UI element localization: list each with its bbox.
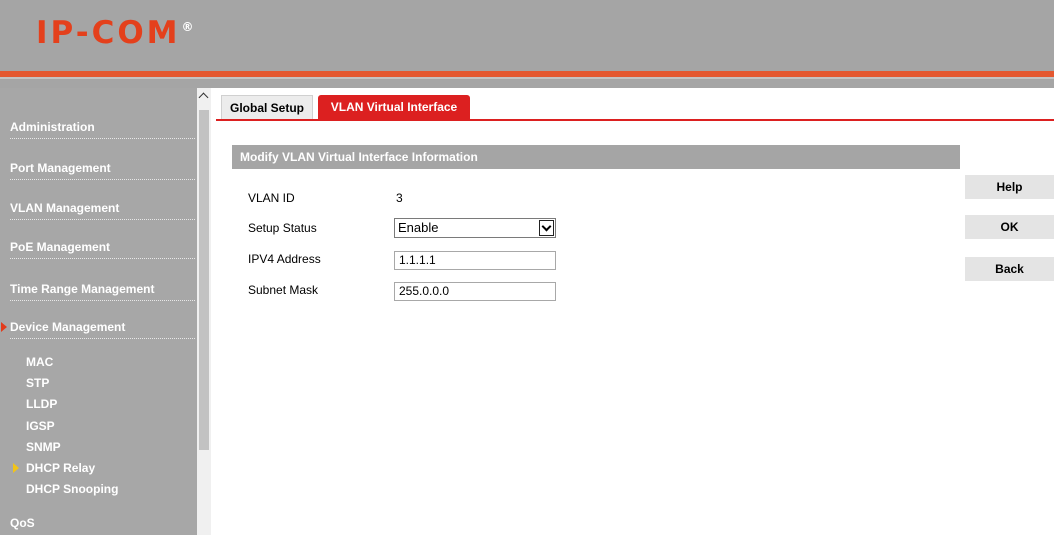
setup-status-select[interactable]: Enable <box>394 218 556 238</box>
sidebar-subitem-label: MAC <box>26 355 54 369</box>
sidebar-item-label: QoS <box>10 516 35 530</box>
back-button[interactable]: Back <box>965 257 1054 281</box>
tab-global-setup[interactable]: Global Setup <box>221 95 313 120</box>
sidebar-scrollbar[interactable] <box>197 88 211 535</box>
header-divider <box>0 77 1054 79</box>
vlan-id-label: VLAN ID <box>248 191 295 205</box>
triangle-right-icon <box>13 463 19 473</box>
sidebar-subitem-label: LLDP <box>26 397 58 411</box>
setup-status-label: Setup Status <box>248 221 317 235</box>
logo-text: IP-COM <box>36 15 181 51</box>
sidebar-subitem-dhcp-snooping[interactable]: DHCP Snooping <box>26 481 118 497</box>
sidebar-subitem-dhcp-relay[interactable]: DHCP Relay <box>13 460 96 476</box>
sidebar-item-label: VLAN Management <box>10 201 120 215</box>
ipv4-address-label: IPV4 Address <box>248 252 321 266</box>
sidebar-subitem-lldp[interactable]: LLDP <box>26 396 57 412</box>
sidebar-item-administration[interactable]: Administration <box>10 116 195 139</box>
registered-mark: ® <box>181 20 194 34</box>
sidebar-item-time-range-management[interactable]: Time Range Management <box>10 278 195 301</box>
tab-vlan-virtual-interface[interactable]: VLAN Virtual Interface <box>318 95 470 119</box>
sidebar-subitem-stp[interactable]: STP <box>26 375 49 391</box>
sidebar-item-label: Time Range Management <box>10 282 155 296</box>
subnet-mask-label: Subnet Mask <box>248 283 319 297</box>
vlan-id-value: 3 <box>396 191 403 205</box>
section-title: Modify VLAN Virtual Interface Informatio… <box>232 145 960 169</box>
scrollbar-thumb[interactable] <box>199 110 209 450</box>
sidebar-item-label: Device Management <box>10 320 126 334</box>
tab-underline <box>216 119 1054 121</box>
sidebar-item-label: Port Management <box>10 161 111 175</box>
chevron-down-icon[interactable] <box>539 220 554 236</box>
help-button[interactable]: Help <box>965 175 1054 199</box>
sidebar-item-qos[interactable]: QoS <box>10 516 35 530</box>
header-bar: IP-COM® <box>0 0 1054 88</box>
sidebar-subitem-igsp[interactable]: IGSP <box>26 418 55 434</box>
subnet-mask-input[interactable]: 255.0.0.0 <box>394 282 556 301</box>
sidebar-item-vlan-management[interactable]: VLAN Management <box>10 197 195 220</box>
ipv4-address-input[interactable]: 1.1.1.1 <box>394 251 556 270</box>
chevron-up-icon[interactable] <box>199 92 209 102</box>
sidebar-subitem-label: DHCP Relay <box>26 461 96 475</box>
sidebar-item-poe-management[interactable]: PoE Management <box>10 236 195 259</box>
sidebar-item-port-management[interactable]: Port Management <box>10 157 195 180</box>
sidebar-subitem-label: SNMP <box>26 440 61 454</box>
sidebar-item-device-management[interactable]: Device Management <box>1 316 195 339</box>
triangle-right-icon <box>1 322 7 332</box>
ip-com-logo: IP-COM® <box>36 15 194 51</box>
sidebar-item-label: PoE Management <box>10 240 111 254</box>
sidebar: Administration Port Management VLAN Mana… <box>0 88 197 535</box>
sidebar-subitem-snmp[interactable]: SNMP <box>26 439 61 455</box>
setup-status-value: Enable <box>398 220 439 235</box>
sidebar-item-label: Administration <box>10 120 95 134</box>
sidebar-subitem-label: DHCP Snooping <box>26 482 119 496</box>
sidebar-subitem-mac[interactable]: MAC <box>26 354 53 370</box>
sidebar-subitem-label: STP <box>26 376 50 390</box>
ok-button[interactable]: OK <box>965 215 1054 239</box>
sidebar-subitem-label: IGSP <box>26 419 55 433</box>
